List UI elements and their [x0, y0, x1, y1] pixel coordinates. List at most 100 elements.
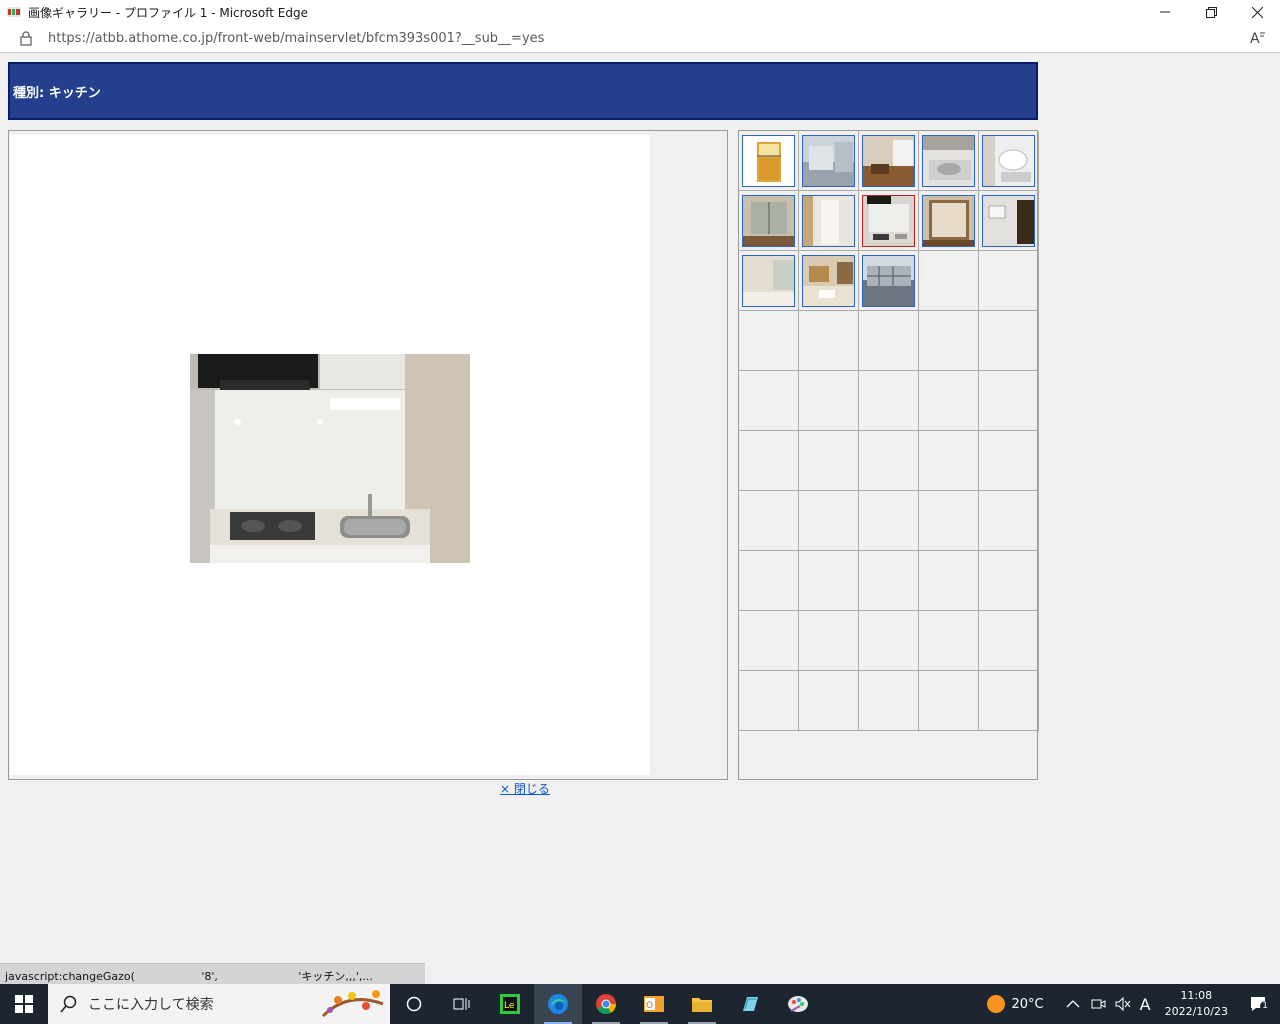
thumbnail-cell	[859, 551, 919, 611]
minimize-button[interactable]	[1142, 0, 1188, 24]
main-image-area	[10, 135, 650, 775]
thumbnail-cell	[979, 611, 1039, 671]
thumbnail-cell	[919, 551, 979, 611]
main-image-frame	[8, 130, 728, 780]
restore-button[interactable]	[1188, 0, 1234, 24]
thumbnail-cell	[739, 251, 799, 311]
cortana-icon[interactable]	[390, 984, 438, 1024]
notification-icon[interactable]: 1	[1236, 995, 1280, 1013]
thumbnail-cell	[739, 371, 799, 431]
thumbnail-cell	[919, 311, 979, 371]
thumbnail-cell	[739, 191, 799, 251]
thumbnail-cell	[859, 131, 919, 191]
notification-count: 1	[1260, 1001, 1270, 1011]
taskbar-search-box[interactable]: ここに入力して検索	[48, 984, 390, 1024]
thumbnail-cell	[979, 371, 1039, 431]
file-explorer-icon[interactable]	[678, 984, 726, 1024]
thumbnail-cell	[919, 611, 979, 671]
weather-icon[interactable]	[986, 994, 1006, 1014]
search-placeholder: ここに入力して検索	[88, 997, 214, 1013]
thumbnail-cell	[799, 431, 859, 491]
thumbnail-cell	[979, 431, 1039, 491]
svg-text:A: A	[1250, 31, 1260, 46]
close-gallery-link[interactable]: × 閉じる	[500, 780, 550, 797]
window-title-bar: 画像ギャラリー - プロファイル 1 - Microsoft Edge	[0, 0, 1280, 24]
building-thumb[interactable]	[862, 255, 915, 307]
thumbnail-cell	[799, 251, 859, 311]
edge-icon[interactable]	[534, 984, 582, 1024]
bedroom-thumb[interactable]	[742, 255, 795, 307]
status-bar: javascript:changeGazo( '8', 'キッチン,,,',..…	[0, 963, 425, 984]
thumbnail-cell	[859, 431, 919, 491]
furnished-room-thumb[interactable]	[802, 255, 855, 307]
thumbnail-cell	[859, 191, 919, 251]
task-view-icon[interactable]	[438, 984, 486, 1024]
thumbnail-cell	[799, 491, 859, 551]
thumbnail-cell	[919, 131, 979, 191]
url-text[interactable]: https://atbb.athome.co.jp/front-web/main…	[48, 31, 544, 46]
thumbnail-cell	[979, 191, 1039, 251]
outlook-icon[interactable]: O	[630, 984, 678, 1024]
bathroom-thumb[interactable]	[982, 135, 1035, 187]
thumbnail-cell	[979, 311, 1039, 371]
start-button[interactable]	[0, 984, 48, 1024]
search-highlight-icon	[318, 986, 388, 1024]
thumbnail-cell	[799, 371, 859, 431]
thumbnail-cell	[979, 671, 1039, 731]
thumbnail-cell	[919, 191, 979, 251]
read-aloud-icon[interactable]: A	[1250, 30, 1266, 50]
thumbnail-cell	[859, 611, 919, 671]
clock[interactable]: 11:08 2022/10/23	[1165, 988, 1228, 1020]
paint-icon[interactable]	[774, 984, 822, 1024]
hallway-thumb[interactable]	[802, 195, 855, 247]
thumbnail-cell	[979, 131, 1039, 191]
ime-indicator[interactable]: A	[1140, 995, 1151, 1014]
thumbnail-cell	[919, 431, 979, 491]
thumbnail-cell	[799, 551, 859, 611]
kitchen-photo	[190, 354, 470, 563]
thumbnail-cell	[739, 131, 799, 191]
thumbnail-cell	[919, 371, 979, 431]
kitchen-sink-thumb[interactable]	[922, 135, 975, 187]
notepad-icon[interactable]	[726, 984, 774, 1024]
close-window-button[interactable]	[1234, 0, 1280, 24]
thumbnail-cell	[919, 251, 979, 311]
thumbnail-cell	[739, 311, 799, 371]
entrance-thumb[interactable]	[982, 195, 1035, 247]
living-room-thumb[interactable]	[862, 135, 915, 187]
app-icon	[7, 7, 21, 17]
thumbnail-cell	[859, 371, 919, 431]
chrome-icon[interactable]	[582, 984, 630, 1024]
window-room-thumb[interactable]	[742, 195, 795, 247]
thumbnail-cell	[859, 491, 919, 551]
thumbnail-cell	[859, 251, 919, 311]
thumbnail-cell	[799, 311, 859, 371]
thumbnail-cell	[979, 491, 1039, 551]
thumbnail-cell	[859, 311, 919, 371]
lock-icon[interactable]	[18, 30, 34, 46]
thumbnail-cell	[979, 251, 1039, 311]
weather-temp[interactable]: 20°C	[1012, 997, 1044, 1012]
thumbnail-cell	[919, 671, 979, 731]
thumbnail-grid	[738, 130, 1039, 780]
meet-now-icon[interactable]	[1090, 996, 1106, 1012]
thumbnail-cell	[919, 491, 979, 551]
search-icon	[60, 995, 78, 1013]
svg-text:Le: Le	[504, 1001, 515, 1011]
thumbnail-cell	[799, 611, 859, 671]
gallery-header: 種別: キッチン	[8, 62, 1038, 120]
app-game-icon[interactable]: Le	[486, 984, 534, 1024]
floorplan-thumb[interactable]	[742, 135, 795, 187]
speaker-muted-icon[interactable]	[1114, 996, 1132, 1012]
chevron-up-icon[interactable]	[1066, 999, 1080, 1009]
thumbnail-cell	[739, 551, 799, 611]
system-tray: 20°C A 11:08 2022/10/23 1	[986, 984, 1280, 1024]
exterior-thumb[interactable]	[802, 135, 855, 187]
kitchen-thumb[interactable]	[862, 195, 915, 247]
thumbnail-cell	[799, 191, 859, 251]
thumbnail-cell	[739, 431, 799, 491]
clock-time: 11:08	[1180, 989, 1213, 1002]
closet-thumb[interactable]	[922, 195, 975, 247]
thumbnail-cell	[739, 671, 799, 731]
image-type-title: 種別: キッチン	[13, 85, 101, 101]
